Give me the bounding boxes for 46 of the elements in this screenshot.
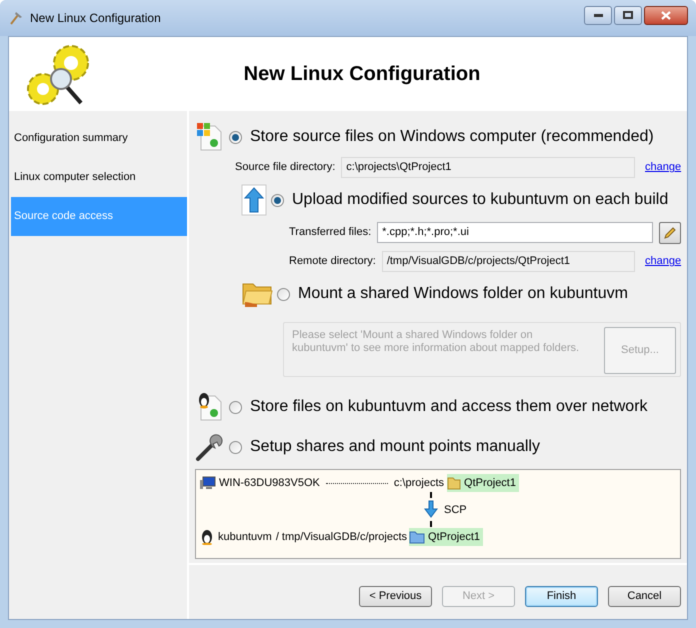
field-label: Remote directory: — [289, 254, 377, 270]
option-label[interactable]: Store files on kubuntuvm and access them over network — [250, 395, 648, 419]
folder-icon — [447, 476, 462, 490]
folder-icon — [409, 530, 426, 544]
host-name: WIN-63DU983V5OK — [219, 476, 320, 491]
wizard-button[interactable]: Finish — [525, 586, 598, 606]
change-link[interactable]: change — [645, 253, 681, 270]
penguin-icon — [200, 529, 214, 545]
field-label: Source file directory: — [235, 160, 336, 176]
option-label[interactable]: Setup shares and mount points manually — [250, 435, 540, 459]
readonly-field[interactable]: c:\projects\QtProject1 — [341, 157, 635, 178]
host-name: kubuntuvm — [218, 530, 272, 545]
project-tag: QtProject1 — [409, 528, 484, 546]
wrench-icon — [195, 432, 225, 462]
minimize-button[interactable] — [584, 6, 612, 24]
sidebar-item[interactable]: Configuration summary — [11, 119, 187, 158]
hammer-icon — [8, 10, 24, 26]
wizard-button[interactable]: Cancel — [608, 586, 681, 606]
change-link[interactable]: change — [645, 159, 681, 176]
project-tag: QtProject1 — [447, 474, 519, 492]
transfer-label: SCP — [444, 502, 467, 518]
field-label: Transferred files: — [289, 225, 372, 240]
option-label[interactable]: Mount a shared Windows folder on kubuntuvm — [298, 282, 628, 306]
radio-button[interactable] — [229, 440, 242, 454]
header-title: New Linux Configuration — [242, 62, 482, 87]
radio-button[interactable] — [229, 400, 242, 414]
maximize-button[interactable] — [614, 6, 642, 24]
pencil-icon — [663, 226, 677, 240]
directory-path: / tmp/VisualGDB/c/projects — [276, 530, 408, 545]
info-text: Please select 'Mount a shared Windows folder on kubuntuvm' to see more information about mapped folders. — [292, 328, 580, 355]
wizard-button[interactable]: < Previous — [359, 586, 432, 606]
edit-button[interactable] — [659, 222, 681, 244]
readonly-field[interactable]: /tmp/VisualGDB/c/projects/QtProject1 — [382, 251, 635, 272]
close-button[interactable] — [644, 6, 688, 24]
computer-icon — [200, 476, 216, 490]
input-field[interactable]: *.cpp;*.h;*.pro;*.ui — [377, 222, 653, 243]
radio-button[interactable] — [229, 130, 242, 144]
sidebar-item[interactable]: Linux computer selection — [11, 158, 187, 197]
close-icon — [661, 10, 671, 20]
radio-button[interactable] — [271, 194, 284, 206]
down-arrow-icon — [424, 492, 438, 528]
option-label[interactable]: Upload modified sources to kubuntuvm on each build — [292, 188, 668, 212]
window-title: New Linux Configuration — [30, 10, 161, 27]
directory-path: c:\projects — [394, 476, 444, 491]
option-label[interactable]: Store source files on Windows computer (recommended) — [250, 125, 654, 149]
radio-button[interactable] — [277, 288, 290, 300]
